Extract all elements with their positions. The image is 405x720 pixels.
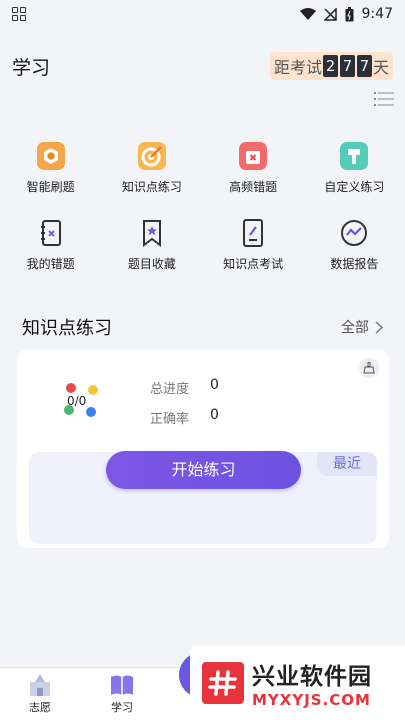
custom-practice-icon [338,140,370,172]
data-report-icon [338,217,370,249]
feature-smart-practice[interactable]: 智能刷题 [0,140,101,195]
feature-grid: 智能刷题 知识点练习 高频错题 自定义练习 我的错题 题目收藏 知识点考试 数据… [0,140,405,272]
feature-data-report[interactable]: 数据报告 [304,217,405,272]
watermark-text-cn: 兴业软件园 [252,664,372,690]
feature-my-mistakes[interactable]: 我的错题 [0,217,101,272]
tab-label: 学习 [111,701,133,714]
smart-practice-icon [35,140,67,172]
view-all-link[interactable]: 全部 [341,317,383,337]
exam-countdown-prefix: 距考试 [273,58,322,77]
countdown-digit: 2 [322,55,338,77]
accuracy-label: 正确率 [150,412,190,427]
exam-paper-icon [237,217,269,249]
feature-label: 高频错题 [229,180,278,194]
wifi-icon [299,7,316,20]
status-bar: 9:47 [0,0,405,28]
frequent-mistakes-icon [237,140,269,172]
header: 学习 距考试 2 7 7 天 [0,46,405,86]
feature-knowledge-practice[interactable]: 知识点练习 [101,140,202,195]
no-signal-icon [323,7,337,21]
exam-countdown: 距考试 2 7 7 天 [269,52,393,80]
book-icon [111,675,133,695]
watermark-text-en: MYXYJS.COM [252,691,371,709]
tab-study[interactable]: 学习 [92,674,152,715]
feature-label: 我的错题 [26,257,75,271]
feature-knowledge-exam[interactable]: 知识点考试 [203,217,304,272]
page-title: 学习 [12,56,51,79]
section-header: 知识点练习 全部 [22,314,383,340]
status-time: 9:47 [361,6,393,22]
countdown-digit: 7 [356,55,372,77]
battery-icon [345,6,354,21]
start-practice-button[interactable]: 开始练习 [106,451,301,489]
tab-volunteer[interactable]: 志愿 [10,674,70,715]
broom-icon [363,362,375,374]
accuracy-value: 0 [210,407,219,423]
section-title: 知识点练习 [22,318,112,339]
total-progress-value: 0 [210,377,219,393]
knowledge-target-icon [136,140,168,172]
feature-label: 数据报告 [330,257,379,271]
countdown-digit: 7 [339,55,355,77]
feature-label: 知识点练习 [121,180,182,194]
total-progress-label: 总进度 [150,382,190,397]
notification-icon [12,7,26,21]
watermark-overlay: 兴业软件园 MYXYJS.COM [190,646,405,720]
feature-label: 知识点考试 [223,257,284,271]
clean-button[interactable] [359,358,379,378]
feature-label: 智能刷题 [26,180,75,194]
watermark-logo [202,662,244,704]
exam-countdown-suffix: 天 [372,58,389,77]
list-menu-icon[interactable] [374,91,394,107]
tab-label: 志愿 [29,701,51,714]
knowledge-practice-card: 0/0 总进度 0 正确率 0 最近 开始练习 [17,350,389,548]
feature-bookmarks[interactable]: 题目收藏 [101,217,202,272]
view-all-label: 全部 [341,320,369,336]
feature-custom-practice[interactable]: 自定义练习 [304,140,405,195]
castle-icon [30,674,50,696]
feature-frequent-mistakes[interactable]: 高频错题 [203,140,304,195]
chevron-right-icon [375,320,383,334]
feature-label: 自定义练习 [324,180,385,194]
progress-fraction: 0/0 [67,394,87,408]
recent-tag: 最近 [317,452,377,476]
feature-label: 题目收藏 [127,257,176,271]
my-mistakes-icon [35,217,67,249]
bookmark-icon [136,217,168,249]
